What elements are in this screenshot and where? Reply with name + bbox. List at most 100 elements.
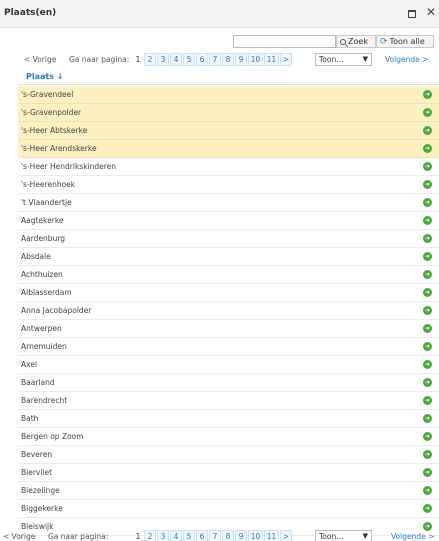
table-row[interactable]: 's-Gravenpolder ➜ — [18, 104, 439, 122]
go-arrow-icon[interactable]: ➜ — [423, 486, 432, 495]
place-name: Biggekerke — [21, 504, 63, 513]
table-row[interactable]: Aagtekerke ➜ — [18, 212, 439, 230]
go-arrow-icon[interactable]: ➜ — [423, 360, 432, 369]
table-row[interactable]: Antwerpen ➜ — [18, 320, 439, 338]
place-name: 's-Heer Hendrikskinderen — [21, 162, 117, 171]
go-arrow-icon[interactable]: ➜ — [423, 90, 432, 99]
table-row[interactable]: Anna Jacobapolder ➜ — [18, 302, 439, 320]
page-button[interactable]: 2 — [144, 530, 156, 541]
go-arrow-icon[interactable]: ➜ — [423, 252, 432, 261]
place-name: Arnemuiden — [21, 342, 67, 351]
prev-link[interactable]: < Vorige — [3, 532, 35, 541]
page-button[interactable]: 8 — [222, 53, 234, 66]
table-row[interactable]: Absdale ➜ — [18, 248, 439, 266]
page-button[interactable]: 5 — [183, 530, 195, 541]
go-arrow-icon[interactable]: ➜ — [423, 180, 432, 189]
column-header-plaats[interactable]: Plaats ↓ — [26, 72, 63, 81]
table-row[interactable]: Baarland ➜ — [18, 374, 439, 392]
search-input[interactable] — [233, 35, 336, 48]
go-arrow-icon[interactable]: ➜ — [423, 396, 432, 405]
place-name: 's-Gravendeel — [21, 90, 74, 99]
place-name: Beveren — [21, 450, 53, 459]
maximize-icon[interactable] — [408, 10, 416, 18]
go-arrow-icon[interactable]: ➜ — [423, 198, 432, 207]
go-arrow-icon[interactable]: ➜ — [423, 324, 432, 333]
page-button[interactable]: 5 — [183, 53, 195, 66]
window-titlebar: Plaats(en) ✕ — [0, 0, 439, 28]
go-arrow-icon[interactable]: ➜ — [423, 270, 432, 279]
page-button[interactable]: 4 — [170, 53, 182, 66]
go-arrow-icon[interactable]: ➜ — [423, 234, 432, 243]
page-button[interactable]: 7 — [209, 53, 221, 66]
page-size-select[interactable]: Toon... ▼ — [315, 530, 372, 541]
page-button[interactable]: 3 — [157, 53, 169, 66]
current-page: 1 — [135, 532, 141, 541]
search-button[interactable]: Zoek — [336, 35, 376, 48]
table-row[interactable]: Achthuizen ➜ — [18, 266, 439, 284]
go-arrow-icon[interactable]: ➜ — [423, 504, 432, 513]
table-row[interactable]: Bergen op Zoom ➜ — [18, 428, 439, 446]
table-row[interactable]: 't Vlaandertje ➜ — [18, 194, 439, 212]
table-row[interactable]: Biggekerke ➜ — [18, 500, 439, 518]
table-row[interactable]: Barendrecht ➜ — [18, 392, 439, 410]
table-row[interactable]: 's-Heer Hendrikskinderen ➜ — [18, 158, 439, 176]
table-row[interactable]: Bath ➜ — [18, 410, 439, 428]
show-all-button[interactable]: ⟳ Toon alle — [376, 35, 434, 48]
go-arrow-icon[interactable]: ➜ — [423, 450, 432, 459]
table-row[interactable]: Arnemuiden ➜ — [18, 338, 439, 356]
page-button[interactable]: > — [280, 530, 292, 541]
page-button[interactable]: 10 — [248, 530, 263, 541]
table-row[interactable]: Biervliet ➜ — [18, 464, 439, 482]
place-name: Axel — [21, 360, 38, 369]
page-button[interactable]: 11 — [264, 530, 279, 541]
go-arrow-icon[interactable]: ➜ — [423, 432, 432, 441]
table-row[interactable]: 's-Heer Arendskerke ➜ — [18, 140, 439, 158]
go-arrow-icon[interactable]: ➜ — [423, 288, 432, 297]
next-link[interactable]: Volgende > — [385, 55, 428, 64]
place-name: Barendrecht — [21, 396, 68, 405]
page-button[interactable]: 7 — [209, 530, 221, 541]
table-row[interactable]: Axel ➜ — [18, 356, 439, 374]
go-arrow-icon[interactable]: ➜ — [423, 414, 432, 423]
page-size-select[interactable]: Toon... ▼ — [315, 53, 372, 66]
table-row[interactable]: 's-Heer Abtskerke ➜ — [18, 122, 439, 140]
page-button[interactable]: 6 — [196, 53, 208, 66]
page-button[interactable]: 4 — [170, 530, 182, 541]
current-page: 1 — [135, 55, 141, 64]
table-row[interactable]: Alblasserdam ➜ — [18, 284, 439, 302]
prev-link[interactable]: < Vorige — [24, 55, 56, 64]
page-button[interactable]: 2 — [144, 53, 156, 66]
table-row[interactable]: Aardenburg ➜ — [18, 230, 439, 248]
table-row[interactable]: 's-Gravendeel ➜ — [18, 86, 439, 104]
table-row[interactable]: Biezelinge ➜ — [18, 482, 439, 500]
page-button[interactable]: > — [280, 53, 292, 66]
next-link[interactable]: Volgende > — [391, 532, 434, 541]
page-button[interactable]: 11 — [264, 53, 279, 66]
table-row[interactable]: Beveren ➜ — [18, 446, 439, 464]
page-button[interactable]: 10 — [248, 53, 263, 66]
table-row[interactable]: 's-Heerenhoek ➜ — [18, 176, 439, 194]
chevron-down-icon: ▼ — [362, 532, 368, 540]
close-icon[interactable]: ✕ — [426, 6, 436, 18]
page-button[interactable]: 3 — [157, 530, 169, 541]
go-arrow-icon[interactable]: ➜ — [423, 108, 432, 117]
page-button[interactable]: 9 — [235, 53, 247, 66]
go-arrow-icon[interactable]: ➜ — [423, 306, 432, 315]
place-name: Alblasserdam — [21, 288, 72, 297]
go-arrow-icon[interactable]: ➜ — [423, 468, 432, 477]
place-name: Antwerpen — [21, 324, 62, 333]
go-arrow-icon[interactable]: ➜ — [423, 378, 432, 387]
go-arrow-icon[interactable]: ➜ — [423, 162, 432, 171]
place-name: Baarland — [21, 378, 55, 387]
page-button[interactable]: 8 — [222, 530, 234, 541]
go-arrow-icon[interactable]: ➜ — [423, 342, 432, 351]
place-name: Biezelinge — [21, 486, 60, 495]
page-button[interactable]: 6 — [196, 530, 208, 541]
page-button[interactable]: 9 — [235, 530, 247, 541]
go-arrow-icon[interactable]: ➜ — [423, 216, 432, 225]
go-arrow-icon[interactable]: ➜ — [423, 144, 432, 153]
go-arrow-icon[interactable]: ➜ — [423, 126, 432, 135]
place-name: 's-Heer Arendskerke — [21, 144, 97, 153]
place-list: 's-Gravendeel ➜'s-Gravenpolder ➜'s-Heer Ab… — [18, 86, 439, 536]
place-name: 's-Heerenhoek — [21, 180, 76, 189]
